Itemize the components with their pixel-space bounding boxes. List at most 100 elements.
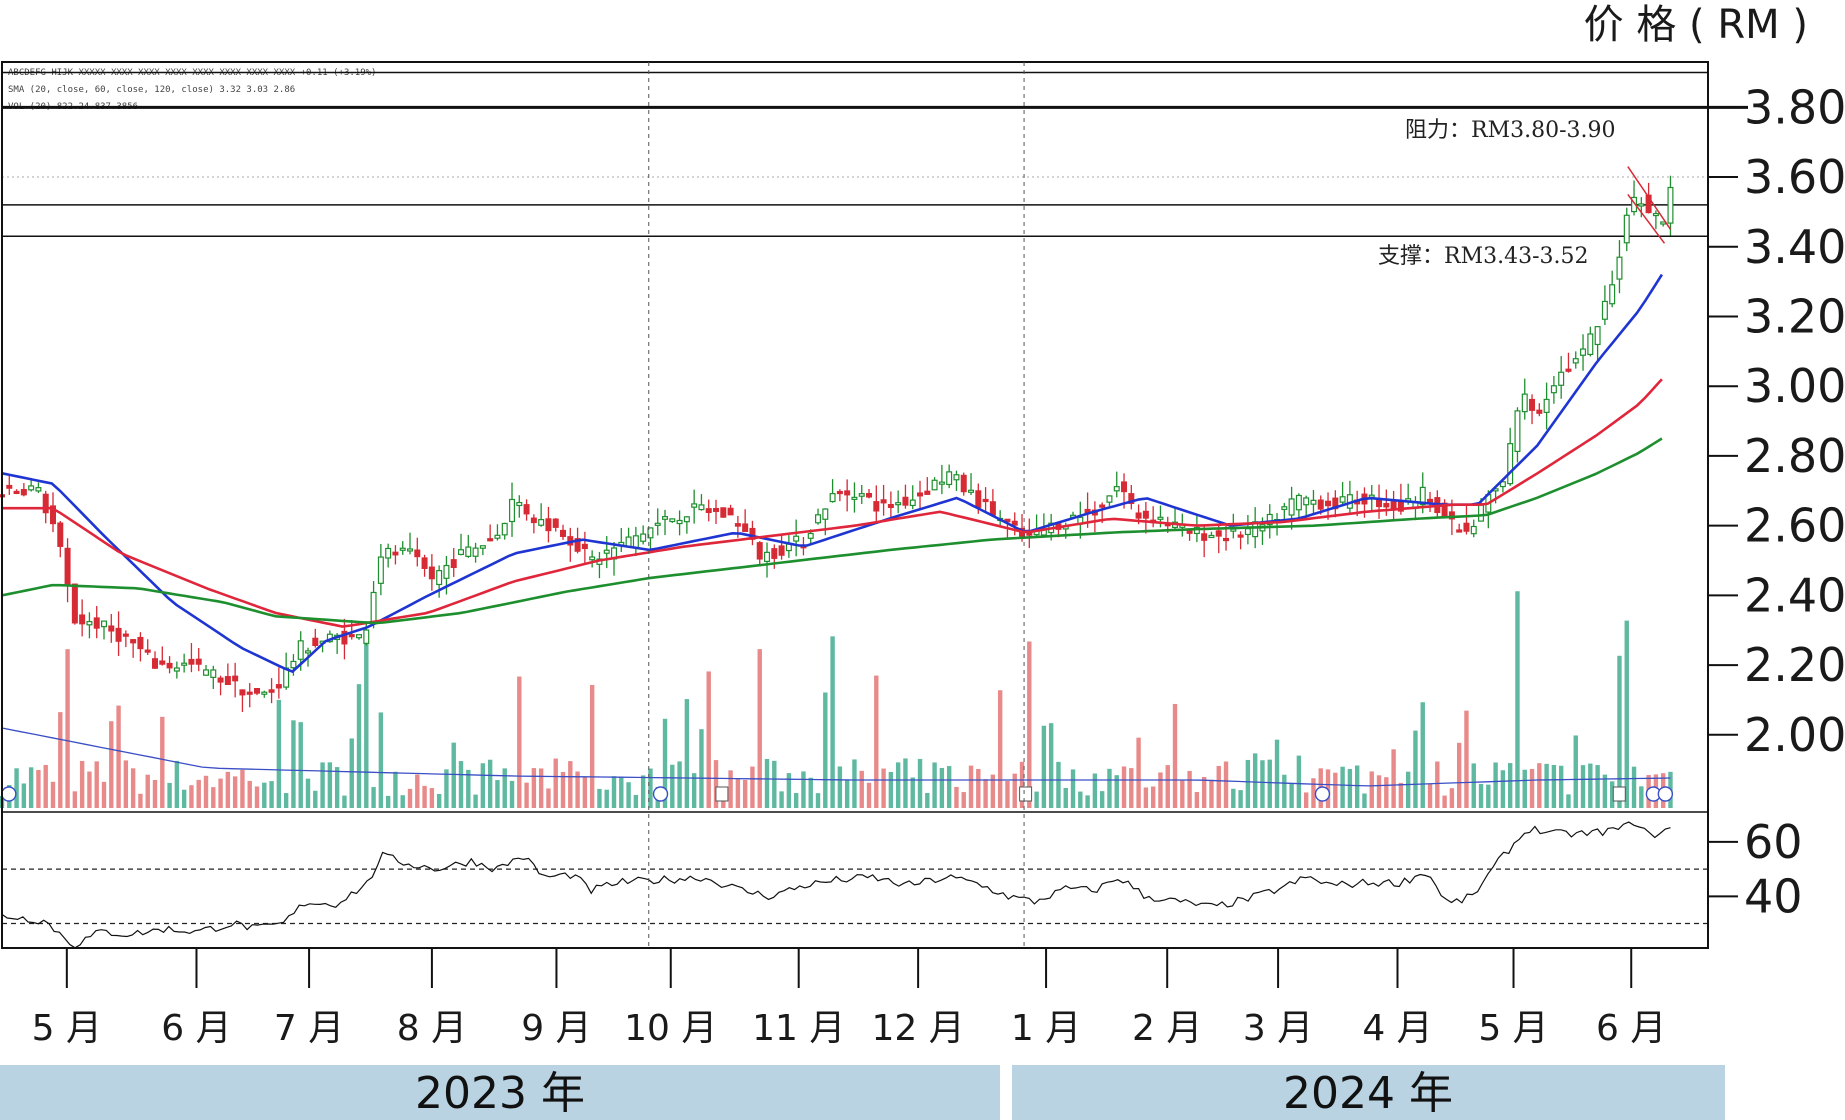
volume-bar (1012, 773, 1017, 808)
volume-bar (1558, 765, 1564, 808)
candle-body (1652, 212, 1659, 217)
candle-body (370, 591, 377, 625)
volume-bar (58, 712, 63, 808)
candle-body (895, 502, 902, 506)
volume-bar (1099, 791, 1105, 808)
volume-bar (1078, 791, 1083, 808)
header-line-2: SMA (20, close, 60, close, 120, close) 3… (8, 85, 295, 95)
year-band: 2023 年 2024 年 (0, 1065, 1725, 1120)
volume-bar (123, 760, 129, 808)
candle-body (1230, 528, 1237, 532)
candle-body (13, 490, 20, 495)
candle-body (1281, 506, 1288, 511)
volume-bar (1180, 780, 1185, 808)
volume-bar (1617, 655, 1622, 808)
volume-bar (1544, 763, 1549, 808)
candle-body (625, 536, 632, 548)
candle-body (953, 474, 960, 481)
volume-bar (181, 789, 187, 808)
volume-bar (1427, 783, 1433, 808)
candle-body (1514, 410, 1521, 453)
candle-body (1623, 214, 1630, 244)
candle-body (122, 633, 129, 637)
candle-body (443, 564, 450, 579)
candle-body (778, 545, 785, 556)
volume-bar (262, 782, 267, 808)
candle-body (880, 499, 887, 504)
candle-body (297, 640, 304, 660)
candle-body (1201, 533, 1208, 541)
volume-bar (1354, 765, 1360, 808)
candle-body (1521, 393, 1528, 413)
candle-body (1099, 504, 1106, 508)
volume-bar (1274, 739, 1280, 808)
volume-bar (1551, 764, 1557, 808)
volume-bar (1639, 786, 1644, 808)
candle-body (35, 487, 42, 492)
candle-body (268, 689, 275, 693)
candle-body (428, 566, 435, 580)
volume-bar (866, 782, 872, 808)
volume-bar (466, 769, 471, 808)
candle-body (363, 629, 370, 644)
month-label: 5 月 (1478, 1008, 1548, 1049)
candle-body (246, 691, 253, 695)
volume-bar (1201, 776, 1207, 808)
candle-body (516, 501, 523, 507)
volume-bar (14, 768, 19, 808)
candle-body (217, 677, 224, 683)
candle-body (501, 522, 508, 536)
volume-bar (298, 722, 303, 808)
axes: 3.80 3.60 3.40 3.20 3.00 2.80 2.60 2.40 2.20 2.00… (1, 61, 1845, 1049)
volume-bar (706, 671, 711, 808)
volume-bar (1092, 773, 1098, 808)
candle-body (1106, 495, 1113, 503)
candle-body (764, 551, 771, 562)
volume-bar (1282, 774, 1287, 808)
volume-bar (560, 771, 566, 808)
volume-bar (815, 793, 821, 808)
volume-bar (72, 791, 78, 808)
candle-body (1529, 398, 1536, 411)
volume-bar (28, 767, 34, 808)
candle-body (909, 499, 916, 507)
candle-body (968, 489, 975, 493)
volume-bar (320, 762, 325, 808)
candle-body (946, 471, 953, 486)
volume-bar (1464, 710, 1469, 808)
candle-body (494, 534, 501, 539)
candle-body (632, 535, 639, 549)
price-tick-label: 3.60 (1744, 150, 1845, 204)
candle-body (720, 507, 727, 518)
volume-bar (633, 795, 639, 808)
volume-bar (844, 779, 850, 808)
volume-bar (917, 758, 923, 808)
candle-body (669, 518, 676, 523)
volume-bar (684, 699, 690, 808)
volume-bar (1245, 759, 1251, 808)
candle-body (698, 504, 705, 511)
candle-body (1244, 528, 1251, 536)
volume-bar (597, 788, 602, 808)
candle-body (509, 498, 516, 523)
sma-line (1, 273, 1663, 674)
candle-body (1339, 496, 1346, 503)
candle-body (1215, 530, 1222, 537)
price-panel (0, 71, 1748, 808)
volume-bar (43, 764, 48, 808)
volume-bar (1493, 762, 1498, 808)
volume-bar (1238, 790, 1243, 808)
candle-body (734, 523, 741, 527)
volume-bar (247, 780, 252, 808)
candle-body (137, 636, 144, 650)
volume-bar (976, 768, 981, 808)
candle-body (1616, 256, 1623, 280)
sma-line (1, 437, 1663, 625)
volume-bar (502, 768, 507, 808)
volume-bar (968, 765, 974, 808)
month-label: 6 月 (161, 1008, 231, 1049)
candle-body (887, 503, 894, 509)
candle-body (662, 516, 669, 520)
month-label: 6 月 (1596, 1008, 1666, 1049)
candle-body (1223, 537, 1230, 542)
